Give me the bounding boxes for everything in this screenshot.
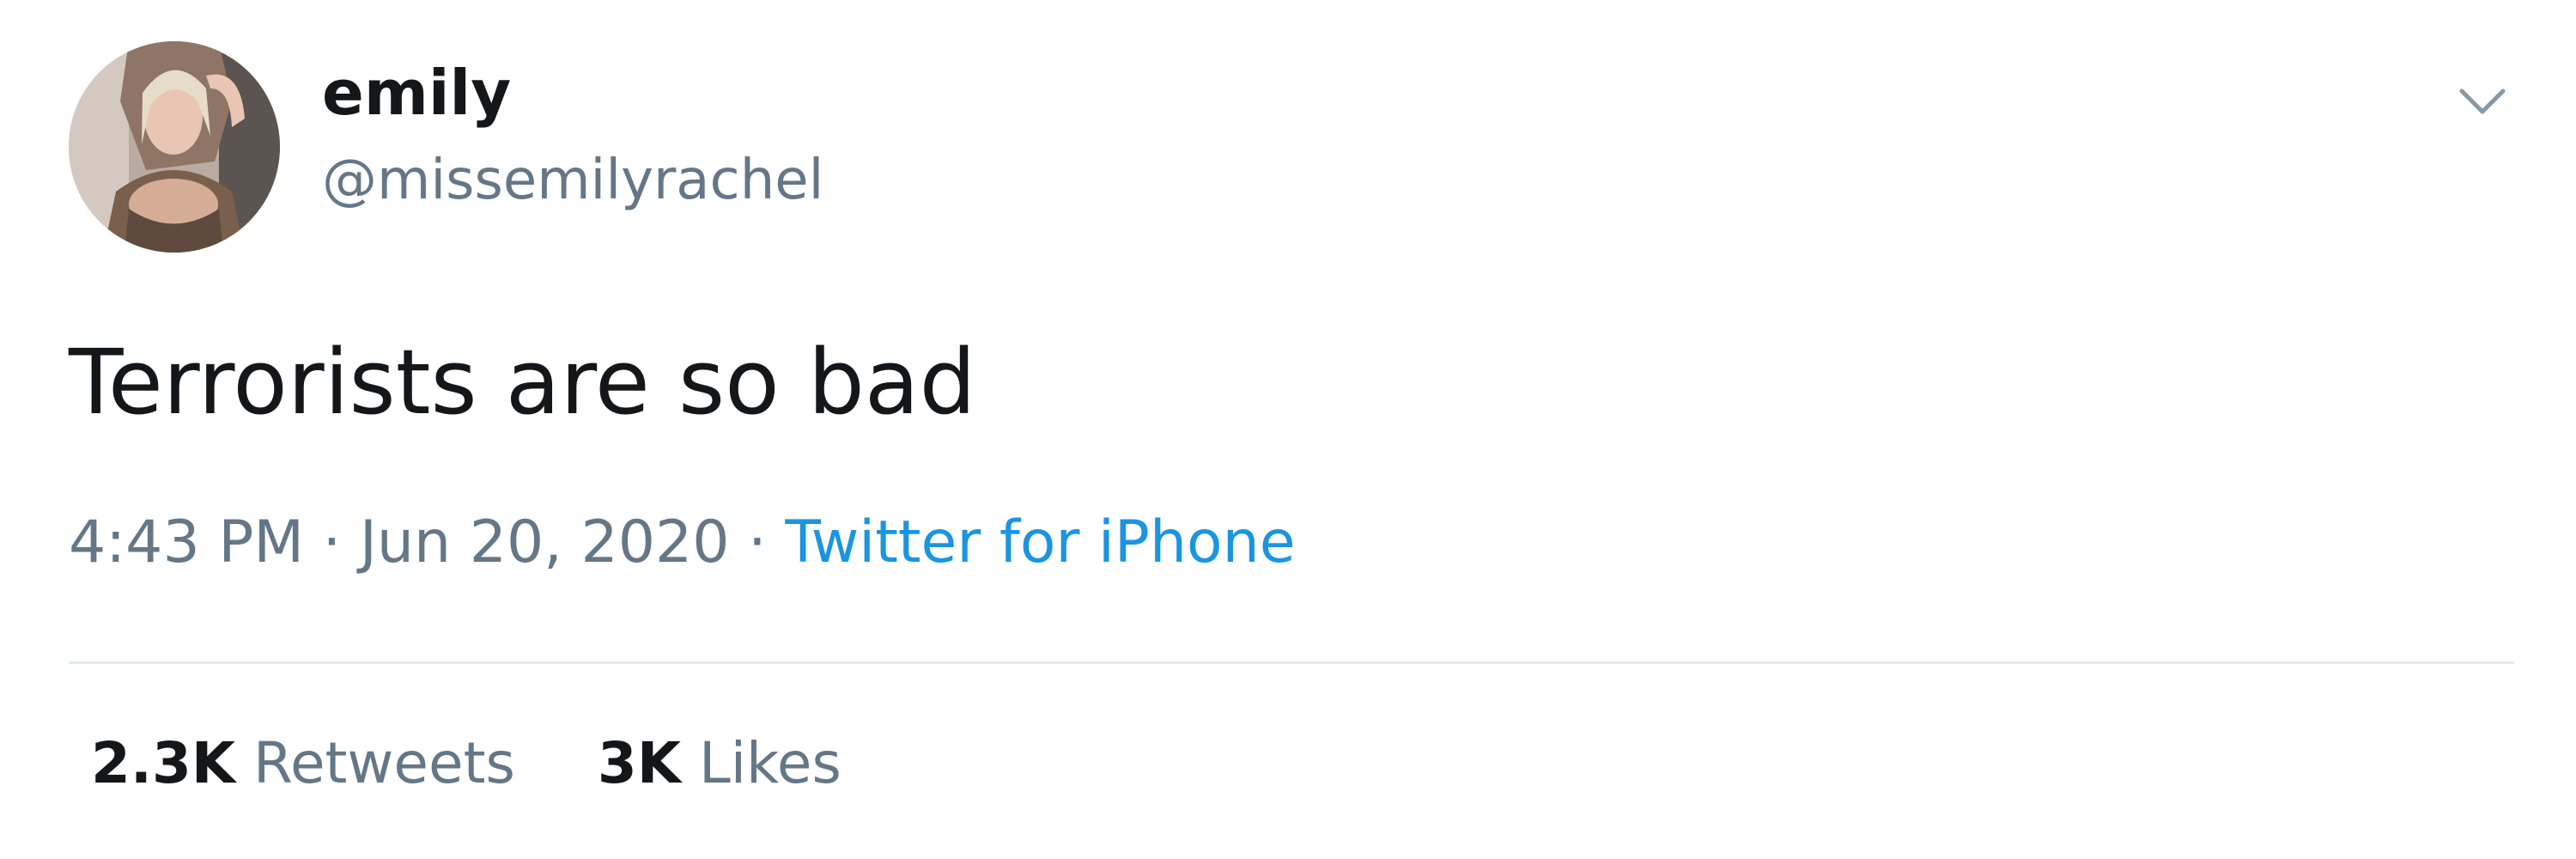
tweet-stats: 2.3K Retweets 3K Likes xyxy=(91,735,841,792)
avatar[interactable] xyxy=(69,41,280,253)
display-name[interactable]: emily xyxy=(322,62,511,124)
profile-photo-icon xyxy=(69,41,280,253)
divider xyxy=(69,661,2514,664)
likes-label: Likes xyxy=(698,730,841,796)
likes-count: 3K xyxy=(597,730,681,796)
meta-separator: · xyxy=(304,509,360,576)
retweets-label: Retweets xyxy=(253,730,515,796)
meta-separator: · xyxy=(729,509,786,576)
retweets-stat[interactable]: 2.3K Retweets xyxy=(91,735,515,792)
tweet-text: Terrorists are so bad xyxy=(69,330,976,435)
tweet-date[interactable]: Jun 20, 2020 xyxy=(360,509,730,576)
chevron-down-icon[interactable] xyxy=(2451,70,2513,132)
tweet-time[interactable]: 4:43 PM xyxy=(69,509,304,576)
tweet-card: emily @missemilyrachel Terrorists are so… xyxy=(0,0,2576,859)
tweet-meta: 4:43 PM · Jun 20, 2020 · Twitter for iPh… xyxy=(69,514,1296,572)
tweet-source-link[interactable]: Twitter for iPhone xyxy=(785,509,1295,576)
retweets-count: 2.3K xyxy=(91,730,236,796)
likes-stat[interactable]: 3K Likes xyxy=(598,735,841,792)
user-handle[interactable]: @missemilyrachel xyxy=(322,153,823,208)
